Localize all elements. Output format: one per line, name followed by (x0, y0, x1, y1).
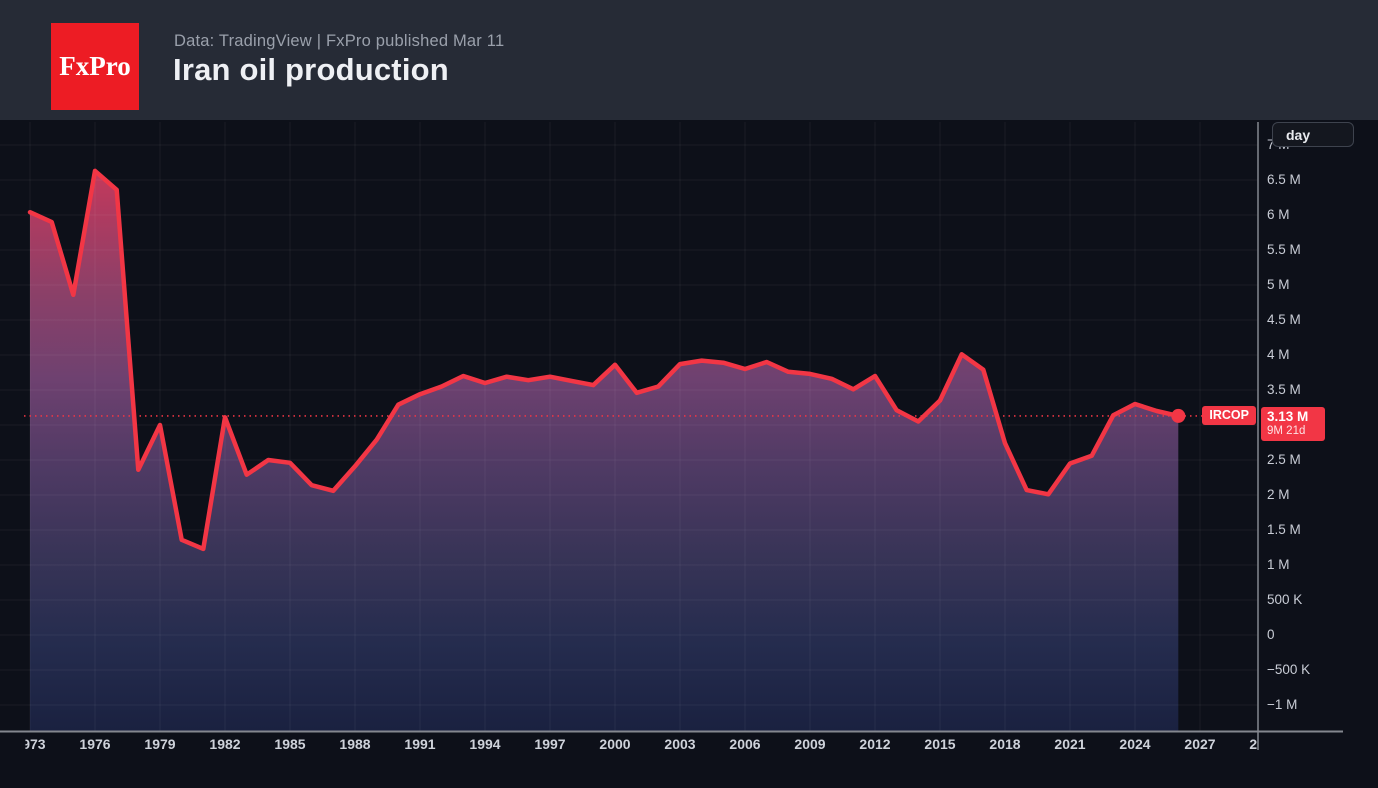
x-axis-label: 1988 (339, 736, 370, 752)
x-axis-label: 1976 (79, 736, 110, 752)
countdown-label: 9M 21d (1267, 425, 1325, 438)
last-price-label: 3.13 M (1267, 409, 1325, 425)
chart-area: 7 M6.5 M6 M5.5 M5 M4.5 M4 M3.5 M3 M2.5 M… (0, 120, 1378, 788)
x-axis-label: 1982 (209, 736, 240, 752)
x-axis-label: 2003 (664, 736, 695, 752)
time-axis[interactable]: 1973 1976 1979 1982 1985 1988 1991 1994 1997 2000… (0, 120, 1378, 788)
fxpro-logo: FxPro (51, 23, 139, 110)
source-caption: Data: TradingView | FxPro published Mar … (174, 32, 504, 51)
x-axis-label: 2015 (924, 736, 955, 752)
x-axis-label: 2027 (1184, 736, 1215, 752)
x-axis-label: 2030 (1249, 736, 1280, 752)
symbol-price-tag: IRCOP (1202, 406, 1256, 425)
x-axis-label: 2018 (989, 736, 1020, 752)
x-axis-label: 1985 (274, 736, 305, 752)
x-axis-label: 1973 (14, 736, 45, 752)
page-title: Iran oil production (173, 52, 449, 88)
x-axis-label: 1997 (534, 736, 565, 752)
x-axis-label: 1979 (144, 736, 175, 752)
x-axis-label: 2009 (794, 736, 825, 752)
header: FxPro Data: TradingView | FxPro publishe… (0, 0, 1378, 120)
interval-button[interactable]: day (1272, 122, 1354, 147)
x-axis-label: 2000 (599, 736, 630, 752)
x-axis-label: 2006 (729, 736, 760, 752)
axis-price-badge: 3.13 M 9M 21d (1261, 407, 1325, 441)
x-axis-label: 2012 (859, 736, 890, 752)
x-axis-label: 2024 (1119, 736, 1150, 752)
x-axis-label: 2021 (1054, 736, 1085, 752)
x-axis-label: 1991 (404, 736, 435, 752)
fxpro-logo-text: FxPro (59, 51, 130, 82)
x-axis-label: 1994 (469, 736, 500, 752)
fxpro-chart-card: FxPro Data: TradingView | FxPro publishe… (0, 0, 1378, 788)
